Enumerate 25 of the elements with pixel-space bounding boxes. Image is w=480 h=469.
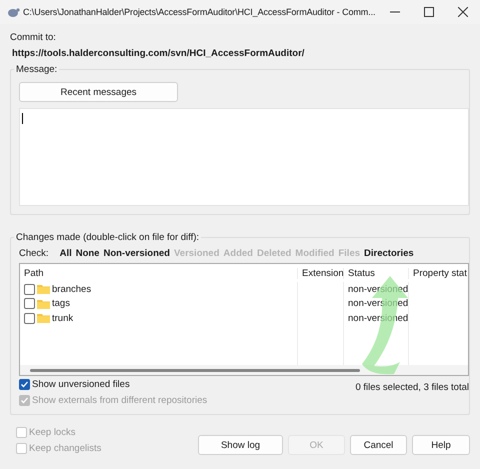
dialog-button[interactable]: Cancel	[350, 435, 407, 455]
dialog-button[interactable]: Show log	[198, 435, 283, 455]
option-label: Keep changelists	[29, 443, 102, 454]
selection-summary: 0 files selected, 3 files total	[355, 382, 469, 395]
dialog-button[interactable]: Help	[412, 435, 470, 455]
column-header[interactable]: Property stat	[409, 268, 468, 278]
commit-to-label: Commit to:	[10, 32, 57, 43]
column-header[interactable]: Path	[20, 268, 298, 278]
check-filter-link[interactable]: Directories	[364, 248, 414, 259]
file-path: tags	[52, 298, 70, 310]
check-filter-link[interactable]: None	[76, 248, 100, 259]
check-label: Check:	[19, 248, 49, 259]
option-label: Show unversioned files	[32, 379, 130, 390]
file-path: trunk	[52, 312, 74, 324]
file-path: branches	[52, 284, 92, 295]
check-filter-link[interactable]: Non-versioned	[103, 248, 170, 259]
repository-url: https://tools.halderconsulting.com/svn/HCI_AccessFormAuditor/	[12, 48, 306, 59]
recent-messages-button[interactable]: Recent messages	[19, 82, 178, 102]
window-title: C:\Users\JonathanHalder\Projects\AccessFormAuditor\HCI_AccessFormAuditor - Comm...	[23, 7, 376, 17]
option-label: Show externals from different repositories	[32, 395, 208, 406]
column-header[interactable]: Extension	[298, 268, 344, 278]
group-label: Message:	[14, 64, 60, 75]
check-filter-link[interactable]: All	[60, 248, 72, 259]
option-label: Keep locks	[29, 427, 76, 438]
group-label: Changes made (double-click on file for diff):	[14, 232, 202, 243]
